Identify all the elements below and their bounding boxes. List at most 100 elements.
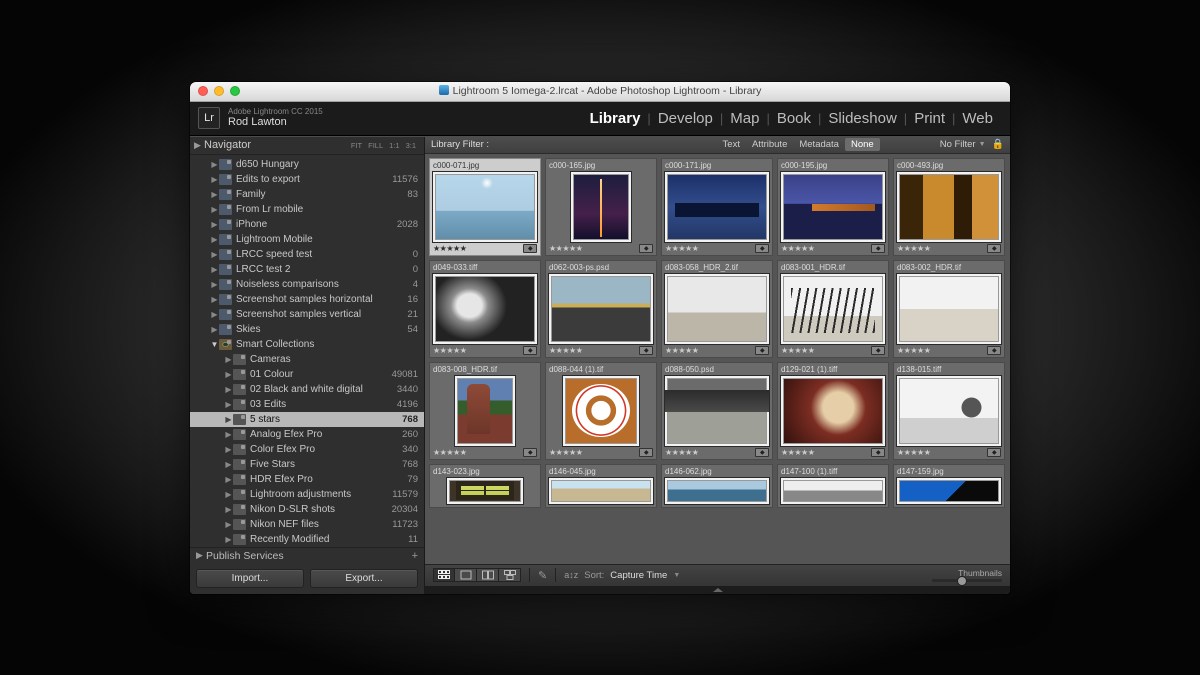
disclosure-icon[interactable]: ▼ [210, 340, 219, 349]
thumbnail-image[interactable] [446, 477, 524, 505]
chevron-down-icon[interactable]: ▼ [673, 572, 680, 579]
thumbnail-rating[interactable]: ★★★★★◆ [548, 447, 654, 457]
thumbnail-cell[interactable]: d146-045.jpg [545, 464, 657, 508]
zoom-icon[interactable] [230, 86, 240, 96]
thumbnail-rating[interactable]: ★★★★★◆ [780, 447, 886, 457]
thumbnail-badge-icon[interactable]: ◆ [755, 346, 769, 355]
thumbnail-image[interactable] [780, 273, 886, 345]
disclosure-icon[interactable]: ▶ [224, 400, 233, 409]
thumbnail-badge-icon[interactable]: ◆ [871, 346, 885, 355]
compare-view-button[interactable] [477, 568, 499, 582]
thumbnail-cell[interactable]: d088-050.psd★★★★★◆ [661, 362, 773, 460]
thumbnail-rating[interactable]: ★★★★★◆ [432, 243, 538, 253]
collection-row[interactable]: ▶01 Colour49081 [190, 367, 424, 382]
thumbnail-cell[interactable]: c000-195.jpg★★★★★◆ [777, 158, 889, 256]
close-icon[interactable] [198, 86, 208, 96]
thumbnail-image[interactable] [454, 375, 516, 447]
thumbnail-badge-icon[interactable]: ◆ [987, 346, 1001, 355]
add-publish-service-icon[interactable]: + [412, 550, 418, 562]
module-web[interactable]: Web [955, 110, 1000, 127]
thumbnail-cell[interactable]: c000-493.jpg★★★★★◆ [893, 158, 1005, 256]
filter-preset[interactable]: No Filter [940, 139, 976, 150]
thumbnail-cell[interactable]: d088-044 (1).tif★★★★★◆ [545, 362, 657, 460]
collection-row[interactable]: ▶Noiseless comparisons4 [190, 277, 424, 292]
module-map[interactable]: Map [723, 110, 766, 127]
thumbnail-badge-icon[interactable]: ◆ [987, 448, 1001, 457]
thumbnail-badge-icon[interactable]: ◆ [987, 244, 1001, 253]
loupe-view-button[interactable] [455, 568, 477, 582]
thumbnail-image[interactable] [780, 375, 886, 447]
collection-row[interactable]: ▶Nikon D-SLR shots20304 [190, 502, 424, 517]
module-book[interactable]: Book [770, 110, 818, 127]
collection-row[interactable]: ▼Smart Collections [190, 337, 424, 352]
thumbnail-cell[interactable]: c000-165.jpg★★★★★◆ [545, 158, 657, 256]
collection-row[interactable]: ▶Skies54 [190, 322, 424, 337]
collection-row[interactable]: ▶5 stars768 [190, 412, 424, 427]
thumbnail-cell[interactable]: d146-062.jpg [661, 464, 773, 508]
thumbnail-image[interactable] [432, 171, 538, 243]
thumbnail-badge-icon[interactable]: ◆ [639, 346, 653, 355]
thumbnail-image[interactable] [780, 171, 886, 243]
disclosure-icon[interactable]: ▶ [224, 475, 233, 484]
disclosure-icon[interactable]: ▶ [210, 205, 219, 214]
disclosure-icon[interactable]: ▶ [210, 280, 219, 289]
thumbnail-rating[interactable]: ★★★★★◆ [548, 345, 654, 355]
thumbnail-grid[interactable]: c000-071.jpg★★★★★◆c000-165.jpg★★★★★◆c000… [425, 154, 1010, 564]
grid-view-button[interactable] [433, 568, 455, 582]
thumbnail-badge-icon[interactable]: ◆ [639, 448, 653, 457]
thumbnail-rating[interactable]: ★★★★★◆ [780, 345, 886, 355]
thumbnail-badge-icon[interactable]: ◆ [871, 244, 885, 253]
thumbnail-rating[interactable]: ★★★★★◆ [896, 345, 1002, 355]
thumbnail-badge-icon[interactable]: ◆ [755, 244, 769, 253]
painter-icon[interactable]: ✎ [538, 569, 547, 582]
collection-row[interactable]: ▶LRCC test 20 [190, 262, 424, 277]
disclosure-icon[interactable]: ▶ [224, 460, 233, 469]
disclosure-icon[interactable]: ▶ [224, 430, 233, 439]
thumbnail-image[interactable] [664, 477, 770, 505]
chevron-down-icon[interactable]: ▼ [979, 141, 986, 148]
lock-icon[interactable]: 🔒 [992, 139, 1004, 150]
module-library[interactable]: Library [583, 110, 648, 127]
disclosure-icon[interactable]: ▶ [224, 415, 233, 424]
thumbnail-image[interactable] [570, 171, 632, 243]
thumbnail-rating[interactable]: ★★★★★◆ [432, 345, 538, 355]
collection-row[interactable]: ▶Family83 [190, 187, 424, 202]
nav-zoom-fit[interactable]: FIT [349, 141, 364, 150]
thumbnail-cell[interactable]: d129-021 (1).tiff★★★★★◆ [777, 362, 889, 460]
minimize-icon[interactable] [214, 86, 224, 96]
collection-row[interactable]: ▶From Lr mobile [190, 202, 424, 217]
thumbnail-cell[interactable]: d049-033.tiff★★★★★◆ [429, 260, 541, 358]
collection-row[interactable]: ▶Lightroom adjustments11579 [190, 487, 424, 502]
disclosure-icon[interactable]: ▶ [224, 445, 233, 454]
disclosure-icon[interactable]: ▶ [224, 505, 233, 514]
module-slideshow[interactable]: Slideshow [821, 110, 903, 127]
thumbnail-cell[interactable]: d062-003-ps.psd★★★★★◆ [545, 260, 657, 358]
filter-tab-attribute[interactable]: Attribute [746, 138, 793, 151]
disclosure-icon[interactable]: ▶ [224, 490, 233, 499]
thumbnail-image[interactable] [896, 171, 1002, 243]
thumbnail-badge-icon[interactable]: ◆ [755, 448, 769, 457]
disclosure-icon[interactable]: ▶ [224, 520, 233, 529]
disclosure-icon[interactable]: ▶ [224, 385, 233, 394]
thumbnail-image[interactable] [548, 477, 654, 505]
disclosure-icon[interactable]: ▶ [210, 190, 219, 199]
thumbnail-image[interactable] [664, 171, 770, 243]
disclosure-icon[interactable]: ▶ [210, 265, 219, 274]
disclosure-icon[interactable]: ▶ [194, 140, 204, 151]
collection-row[interactable]: ▶HDR Efex Pro79 [190, 472, 424, 487]
collection-row[interactable]: ▶Analog Efex Pro260 [190, 427, 424, 442]
thumbnail-rating[interactable]: ★★★★★◆ [664, 345, 770, 355]
disclosure-icon[interactable]: ▶ [210, 160, 219, 169]
collection-row[interactable]: ▶Cameras [190, 352, 424, 367]
thumbnail-badge-icon[interactable]: ◆ [523, 244, 537, 253]
import-button[interactable]: Import... [196, 569, 304, 588]
survey-view-button[interactable] [499, 568, 521, 582]
thumbnail-rating[interactable]: ★★★★★◆ [896, 243, 1002, 253]
thumbnail-cell[interactable]: d138-015.tiff★★★★★◆ [893, 362, 1005, 460]
thumbnail-cell[interactable]: d083-008_HDR.tif★★★★★◆ [429, 362, 541, 460]
sort-value[interactable]: Capture Time [610, 570, 667, 581]
thumbnail-image[interactable] [896, 375, 1002, 447]
thumbnail-cell[interactable]: d083-058_HDR_2.tif★★★★★◆ [661, 260, 773, 358]
collection-row[interactable]: ▶Nikon NEF files11723 [190, 517, 424, 532]
thumbnail-cell[interactable]: d083-002_HDR.tif★★★★★◆ [893, 260, 1005, 358]
